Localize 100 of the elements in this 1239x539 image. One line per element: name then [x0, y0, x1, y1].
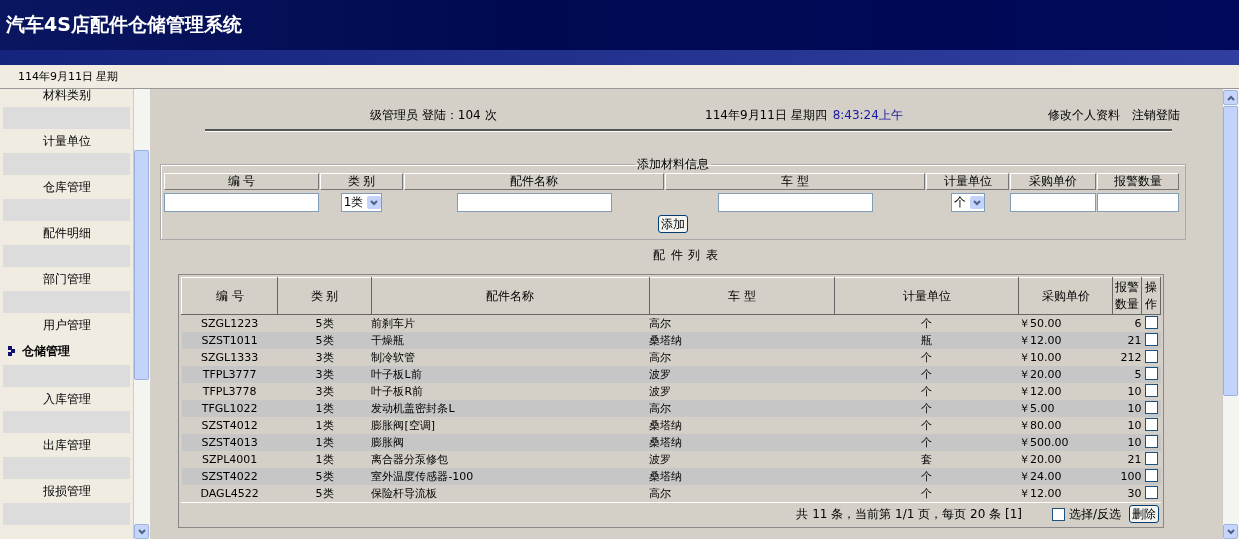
row-checkbox[interactable] [1144, 434, 1158, 448]
table-cell: TFPL3777 [202, 368, 257, 381]
table-cell: 瓶 [921, 334, 933, 347]
table-cell: ￥24.00 [1019, 470, 1062, 483]
table-cell: 个 [921, 470, 933, 483]
chevron-up-icon[interactable] [1226, 94, 1235, 101]
pagination-text: 共 11 条，当前第 1/1 页，每页 20 条 [1] [796, 505, 1022, 523]
current-time: 8:43:24上午 [832, 106, 903, 124]
table-cell: 制冷软管 [371, 351, 416, 364]
add-button[interactable]: 添加 [658, 215, 688, 233]
input-field[interactable] [1097, 193, 1179, 212]
row-checkbox[interactable] [1144, 383, 1158, 397]
table-cell: 3类 [315, 368, 334, 381]
table-cell: 叶子板R前 [371, 385, 424, 398]
table-cell: 10 [1127, 385, 1142, 398]
table-cell: 高尔 [649, 487, 672, 500]
chevron-down-icon[interactable] [370, 199, 379, 206]
row-checkbox[interactable] [1144, 400, 1158, 414]
chevron-down-icon[interactable] [972, 199, 981, 206]
app-title: 汽车4S店配件仓储管理系统 [6, 12, 242, 37]
table-cell: SZST4013 [201, 436, 258, 449]
table-cell: TFGL1022 [201, 402, 258, 415]
table-cell: 1类 [315, 402, 334, 415]
header-link[interactable]: 注销登陆 [1132, 106, 1180, 124]
table-cell: 个 [921, 317, 933, 330]
table-cell: SZST1011 [201, 334, 258, 347]
select-field[interactable]: 1类 [340, 193, 383, 212]
table-cell: 个 [921, 436, 933, 449]
row-checkbox[interactable] [1144, 349, 1158, 363]
table-cell: ￥500.00 [1019, 436, 1069, 449]
chevron-down-icon[interactable] [1226, 528, 1235, 535]
column-header: 车 型 [649, 277, 835, 315]
column-header: 编 号 [164, 173, 319, 190]
table-cell: 叶子板L前 [371, 368, 422, 381]
sidebar-item[interactable]: 计量单位 [0, 129, 133, 153]
column-header: 编 号 [181, 277, 278, 315]
sidebar-item[interactable]: 报损管理 [0, 479, 133, 503]
table-cell: 桑塔纳 [649, 334, 683, 347]
table-cell: 波罗 [649, 385, 672, 398]
row-checkbox[interactable] [1144, 332, 1158, 346]
table-cell: 1类 [315, 436, 334, 449]
table-cell: SZGL1333 [201, 351, 259, 364]
row-checkbox[interactable] [1144, 417, 1158, 431]
table-cell: ￥5.00 [1019, 402, 1055, 415]
table-cell: 离合器分泵修包 [371, 453, 449, 466]
table-cell: ￥20.00 [1019, 453, 1062, 466]
input-field[interactable] [717, 193, 873, 212]
table-cell: ￥10.00 [1019, 351, 1062, 364]
row-checkbox[interactable] [1144, 315, 1158, 329]
input-field[interactable] [164, 193, 319, 212]
table-cell: 212 [1120, 351, 1142, 364]
table-cell: 桑塔纳 [649, 419, 683, 432]
table-cell: 3类 [315, 385, 334, 398]
sidebar-item[interactable]: 出库管理 [0, 433, 133, 457]
sidebar-item[interactable]: 用户管理 [0, 313, 133, 337]
row-checkbox[interactable] [1144, 451, 1158, 465]
table-cell: ￥80.00 [1019, 419, 1062, 432]
table-cell: 个 [921, 385, 933, 398]
column-header: 报警数量 [1097, 173, 1179, 190]
table-cell: SZST4022 [201, 470, 258, 483]
select-all-checkbox[interactable] [1051, 507, 1065, 521]
table-cell: 室外温度传感器-100 [371, 470, 474, 483]
sidebar-item[interactable]: 配件明细 [0, 221, 133, 245]
table-cell: 个 [921, 368, 933, 381]
input-field[interactable] [1010, 193, 1096, 212]
table-cell: 10 [1127, 419, 1142, 432]
sidebar-scrollbar[interactable] [133, 89, 150, 539]
input-field[interactable] [456, 193, 612, 212]
column-header: 类 别 [320, 173, 403, 190]
select-field[interactable]: 个 [950, 193, 985, 212]
select-all-label: 选择/反选 [1068, 505, 1121, 523]
column-header: 报警数量 [1112, 277, 1142, 315]
sidebar-item[interactable]: 入库管理 [0, 387, 133, 411]
sidebar-group[interactable]: 仓储管理 [0, 337, 133, 365]
table-cell: 100 [1120, 470, 1142, 483]
sidebar-item[interactable]: 材料类别 [0, 89, 133, 107]
header-link[interactable]: 修改个人资料 [1048, 106, 1120, 124]
sidebar-item[interactable]: 部门管理 [0, 267, 133, 291]
delete-button[interactable]: 删除 [1129, 505, 1159, 523]
table-cell: 波罗 [649, 368, 672, 381]
row-checkbox[interactable] [1144, 468, 1158, 482]
table-cell: 膨胀阀 [371, 436, 405, 449]
table-cell: ￥12.00 [1019, 385, 1062, 398]
column-header: 类 别 [277, 277, 372, 315]
column-header: 计量单位 [834, 277, 1019, 315]
page-scrollbar[interactable] [1222, 89, 1239, 539]
table-cell: ￥20.00 [1019, 368, 1062, 381]
table-cell: 10 [1127, 402, 1142, 415]
column-header: 采购单价 [1010, 173, 1096, 190]
table-cell: 5类 [315, 470, 334, 483]
column-header: 计量单位 [926, 173, 1009, 190]
table-cell: 5类 [315, 487, 334, 500]
sidebar-item[interactable]: 仓库管理 [0, 175, 133, 199]
table-cell: 个 [921, 351, 933, 364]
row-checkbox[interactable] [1144, 366, 1158, 380]
table-cell: ￥50.00 [1019, 317, 1062, 330]
row-checkbox[interactable] [1144, 485, 1158, 499]
table-cell: 个 [921, 487, 933, 500]
column-header: 车 型 [665, 173, 925, 190]
chevron-down-icon[interactable] [137, 528, 146, 535]
